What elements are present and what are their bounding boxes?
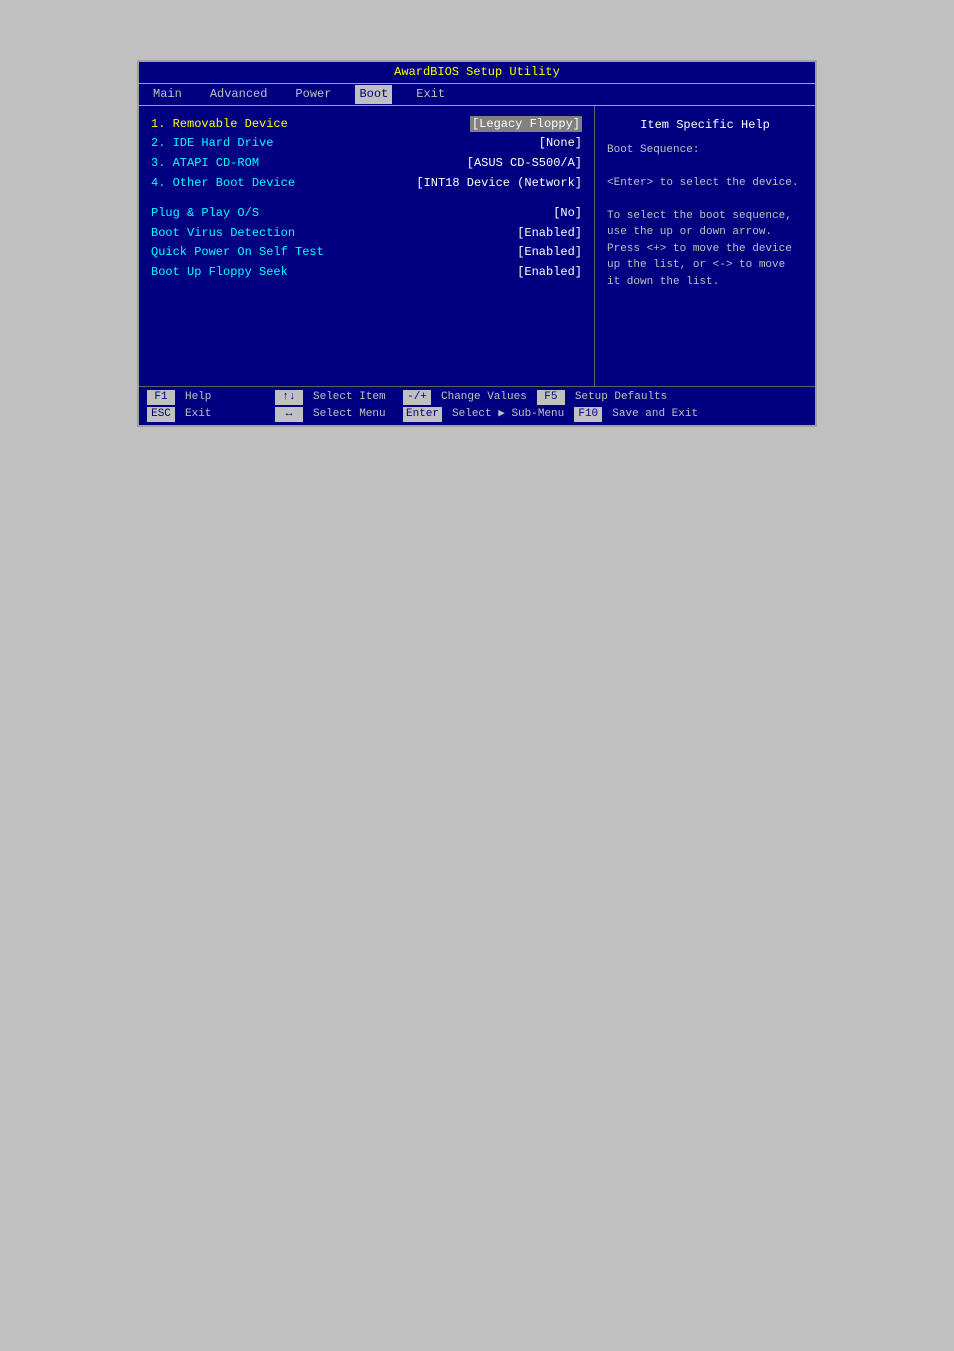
desc-change-values: Change Values [441,390,527,405]
setting-virus[interactable]: Boot Virus Detection [Enabled] [151,225,582,242]
setting-other[interactable]: 4. Other Boot Device [INT18 Device (Netw… [151,175,582,192]
setting-name-pnp: Plug & Play O/S [151,205,331,222]
setting-name-post: Quick Power On Self Test [151,244,331,261]
desc-select-menu: Select Menu [313,407,393,422]
desc-setup-defaults: Setup Defaults [575,390,667,405]
desc-exit: Exit [185,407,265,422]
setting-name-removable: 1. Removable Device [151,116,331,133]
setting-value-post: [Enabled] [517,244,582,261]
desc-select-item: Select Item [313,390,393,405]
footer-row-2: ESC Exit ↔ Select Menu Enter Select ▶ Su… [147,407,807,422]
setting-post[interactable]: Quick Power On Self Test [Enabled] [151,244,582,261]
key-f10: F10 [574,407,602,422]
bios-window: AwardBIOS Setup Utility Main Advanced Po… [137,60,817,427]
setting-value-pnp: [No] [553,205,582,222]
menu-main[interactable]: Main [149,85,186,104]
bios-content-area: 1. Removable Device [Legacy Floppy] 2. I… [139,106,815,386]
setting-removable[interactable]: 1. Removable Device [Legacy Floppy] [151,116,582,133]
setting-value-virus: [Enabled] [517,225,582,242]
setting-value-removable: [Legacy Floppy] [470,116,582,133]
setting-name-ide: 2. IDE Hard Drive [151,135,331,152]
menu-bar[interactable]: Main Advanced Power Boot Exit [139,84,815,106]
key-f5: F5 [537,390,565,405]
key-leftright: ↔ [275,407,303,422]
menu-boot[interactable]: Boot [355,85,392,104]
setting-atapi[interactable]: 3. ATAPI CD-ROM [ASUS CD-S500/A] [151,155,582,172]
setting-floppy-seek[interactable]: Boot Up Floppy Seek [Enabled] [151,264,582,281]
title-text: AwardBIOS Setup Utility [394,65,560,79]
help-title: Item Specific Help [607,116,803,134]
key-enter: Enter [403,407,442,422]
setting-ide[interactable]: 2. IDE Hard Drive [None] [151,135,582,152]
desc-help: Help [185,390,265,405]
help-content: Boot Sequence: <Enter> to select the dev… [607,142,803,291]
footer-row-1: F1 Help ↑↓ Select Item -/+ Change Values… [147,390,807,405]
setting-pnp[interactable]: Plug & Play O/S [No] [151,205,582,222]
menu-advanced[interactable]: Advanced [206,85,272,104]
key-updown: ↑↓ [275,390,303,405]
desc-select-submenu: Select ▶ Sub-Menu [452,407,564,422]
key-esc: ESC [147,407,175,422]
setting-name-virus: Boot Virus Detection [151,225,331,242]
key-f1: F1 [147,390,175,405]
desc-save-exit: Save and Exit [612,407,698,422]
spacer-1 [151,195,582,203]
help-panel: Item Specific Help Boot Sequence: <Enter… [595,106,815,386]
setting-name-atapi: 3. ATAPI CD-ROM [151,155,331,172]
menu-exit[interactable]: Exit [412,85,449,104]
setting-value-atapi: [ASUS CD-S500/A] [467,155,582,172]
key-change: -/+ [403,390,431,405]
setting-name-floppy-seek: Boot Up Floppy Seek [151,264,331,281]
setting-name-other: 4. Other Boot Device [151,175,331,192]
setting-value-floppy-seek: [Enabled] [517,264,582,281]
setting-value-other: [INT18 Device (Network] [416,175,582,192]
bios-title: AwardBIOS Setup Utility [139,62,815,84]
settings-panel: 1. Removable Device [Legacy Floppy] 2. I… [139,106,595,386]
setting-value-ide: [None] [539,135,582,152]
bios-footer: F1 Help ↑↓ Select Item -/+ Change Values… [139,386,815,426]
settings-list: 1. Removable Device [Legacy Floppy] 2. I… [151,116,582,282]
menu-power[interactable]: Power [291,85,335,104]
